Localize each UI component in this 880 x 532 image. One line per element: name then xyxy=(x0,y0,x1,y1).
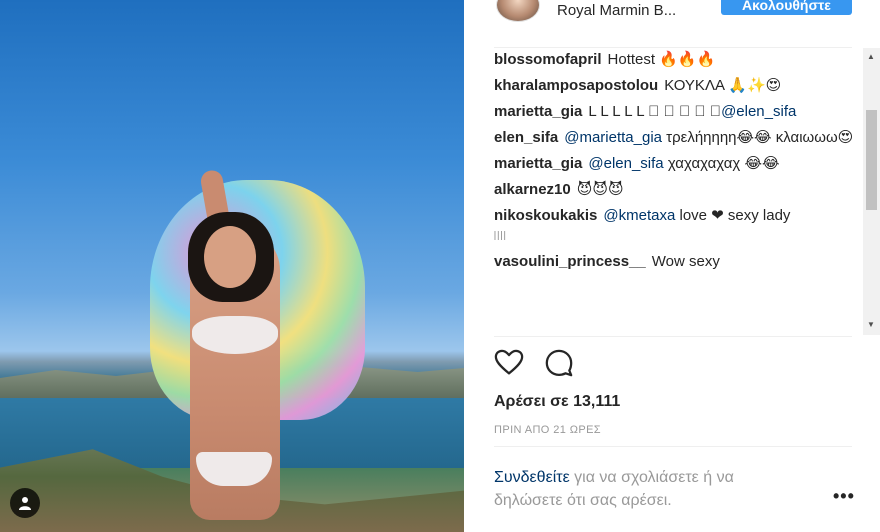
header-divider xyxy=(494,47,852,48)
comment-item: marietta_gia @elen_sifa χαχαχαχαχ 😂😂 xyxy=(494,154,866,174)
post-actions xyxy=(494,348,614,380)
comment-username[interactable]: alkarnez10 xyxy=(494,181,571,198)
heart-icon[interactable] xyxy=(494,348,524,378)
scroll-up-icon[interactable]: ▲ xyxy=(867,52,875,61)
comment-item: nikoskoukakis @kmetaxa love ❤ sexy lady⃒ … xyxy=(494,206,866,246)
comment-text: L L L L L ⃒ ⃒ ⃒ ⃒ ⃒ xyxy=(588,103,722,120)
comment-mention[interactable]: @marietta_gia xyxy=(564,129,662,146)
post-sidebar: Royal Marmin B... Ακολουθήστε blossomofa… xyxy=(464,0,880,532)
post-timestamp[interactable]: ΠΡΙΝ ΑΠΟ 21 ΩΡΕΣ xyxy=(494,424,601,436)
comments-list[interactable]: blossomofapril Hottest 🔥🔥🔥 kharalamposapo… xyxy=(494,50,866,335)
photo-bottom xyxy=(196,452,272,486)
comment-username[interactable]: elen_sifa xyxy=(494,129,558,146)
comment-icon[interactable] xyxy=(544,348,574,378)
comment-item: marietta_gia L L L L L ⃒ ⃒ ⃒ ⃒ ⃒@elen_sif… xyxy=(494,102,866,122)
comment-username[interactable]: nikoskoukakis xyxy=(494,207,597,224)
login-prompt: Συνδεθείτε για να σχολιάσετε ή να δηλώσε… xyxy=(494,466,794,512)
comment-text: 😈😈😈 xyxy=(576,181,624,198)
comment-item: alkarnez10 😈😈😈 xyxy=(494,180,866,200)
comment-text: Hottest 🔥🔥🔥 xyxy=(607,51,716,68)
comment-username[interactable]: vasoulini_princess__ xyxy=(494,253,646,270)
user-icon xyxy=(19,497,31,510)
photo-top xyxy=(192,316,278,354)
comment-mention[interactable]: @elen_sifa xyxy=(588,155,663,172)
scroll-down-icon[interactable]: ▼ xyxy=(867,320,875,329)
author-username[interactable]: Royal Marmin B... xyxy=(557,2,676,19)
likes-count[interactable]: Αρέσει σε 13,111 xyxy=(494,393,620,411)
comment-mention[interactable]: @elen_sifa xyxy=(721,103,796,120)
photo-face xyxy=(204,226,256,288)
comments-scroll-thumb[interactable] xyxy=(866,110,877,210)
comment-item: vasoulini_princess__ Wow sexy xyxy=(494,252,866,272)
comment-mention[interactable]: @kmetaxa xyxy=(603,207,675,224)
post-photo[interactable] xyxy=(0,0,464,532)
more-options-button[interactable]: ••• xyxy=(833,486,855,507)
comment-text: Wow sexy xyxy=(651,253,720,270)
comment-tail: ⃒ ⃒ ⃒ ⃒ ⃒ xyxy=(494,228,507,243)
comment-item: elen_sifa @marietta_gia τρελήηηηη😂😂 κλαιω… xyxy=(494,128,866,148)
comment-text: ΚΟΥΚΛΑ 🙏✨😍 xyxy=(664,77,782,94)
comment-username[interactable]: blossomofapril xyxy=(494,51,602,68)
tagged-users-button[interactable] xyxy=(10,488,40,518)
comment-username[interactable]: kharalamposapostolou xyxy=(494,77,658,94)
comment-text: χαχαχαχαχ 😂😂 xyxy=(667,155,780,172)
comment-username[interactable]: marietta_gia xyxy=(494,155,582,172)
author-avatar[interactable] xyxy=(496,0,540,22)
comment-text: τρελήηηηη😂😂 κλαιωωω😍 xyxy=(666,129,854,146)
comment-item: kharalamposapostolou ΚΟΥΚΛΑ 🙏✨😍 xyxy=(494,76,866,96)
comment-text: love ❤ sexy lady xyxy=(679,207,791,224)
comments-divider xyxy=(494,336,852,337)
comment-item: blossomofapril Hottest 🔥🔥🔥 xyxy=(494,50,866,70)
comment-username[interactable]: marietta_gia xyxy=(494,103,582,120)
post-header: Royal Marmin B... Ακολουθήστε xyxy=(464,0,880,26)
login-link[interactable]: Συνδεθείτε xyxy=(494,469,570,486)
follow-button[interactable]: Ακολουθήστε xyxy=(721,0,852,15)
footer-divider xyxy=(494,446,852,447)
